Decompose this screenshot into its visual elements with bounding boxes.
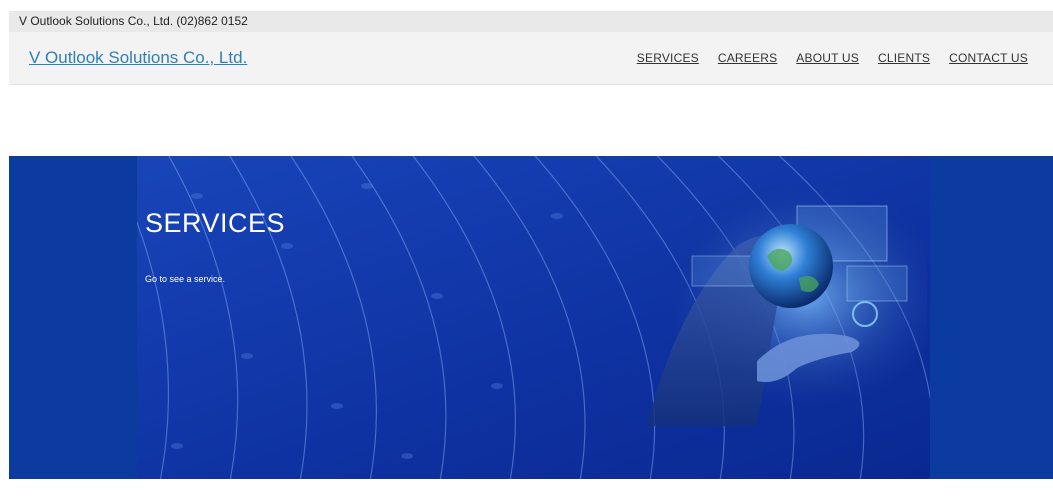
nav-clients[interactable]: CLIENTS <box>878 51 930 65</box>
hero-title: SERVICES <box>145 208 286 238</box>
nav-contact-us[interactable]: CONTACT US <box>949 51 1028 65</box>
site-header: V Outlook Solutions Co., Ltd. SERVICES C… <box>9 32 1053 85</box>
brand-link[interactable]: V Outlook Solutions Co., Ltd. <box>29 48 247 68</box>
hero-image: SERVICES Go to see a service. <box>137 156 930 479</box>
page: V Outlook Solutions Co., Ltd. (02)862 01… <box>0 0 1053 502</box>
nav-about-us[interactable]: ABOUT US <box>796 51 859 65</box>
nav-careers[interactable]: CAREERS <box>718 51 777 65</box>
hero-banner: SERVICES Go to see a service. <box>9 156 1053 479</box>
contact-text: V Outlook Solutions Co., Ltd. (02)862 01… <box>19 14 248 28</box>
main-nav: SERVICES CAREERS ABOUT US CLIENTS CONTAC… <box>637 51 1028 65</box>
globe-in-hand-icon <box>647 186 927 426</box>
contact-bar: V Outlook Solutions Co., Ltd. (02)862 01… <box>9 11 1053 32</box>
nav-services[interactable]: SERVICES <box>637 51 699 65</box>
hero-subtitle: Go to see a service. <box>145 274 226 284</box>
